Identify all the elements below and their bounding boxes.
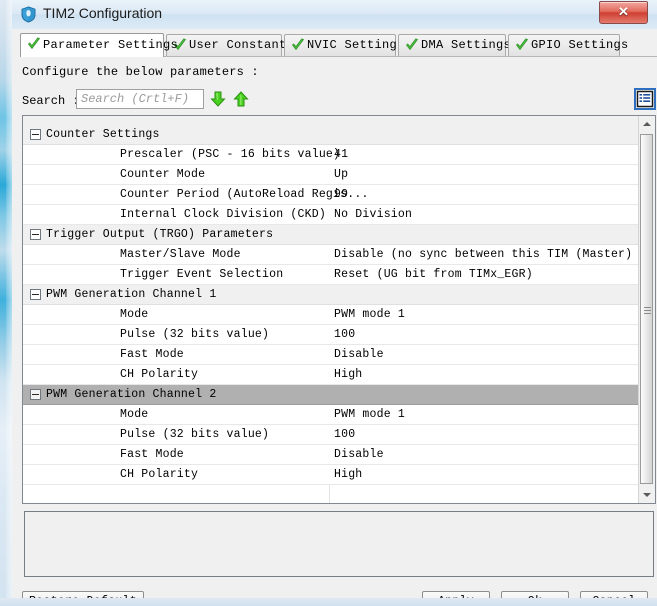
parameter-value[interactable]: Disable	[334, 348, 634, 361]
window-title: TIM2 Configuration	[43, 5, 163, 21]
parameter-value[interactable]: 41	[334, 148, 634, 161]
parameter-name: Mode	[120, 308, 149, 321]
parameter-name: Counter Period (AutoReload Regis...	[120, 188, 369, 201]
green-check-icon	[27, 37, 41, 51]
green-up-arrow-icon[interactable]	[233, 91, 249, 107]
tree-parameter-row[interactable]: Counter Mode Up	[23, 165, 641, 185]
parameter-value[interactable]: 100	[334, 428, 634, 441]
parameter-value[interactable]: No Division	[334, 208, 634, 221]
close-button[interactable]: ✕	[599, 1, 648, 24]
tab-strip: Parameter Settings User Constants NVIC S…	[20, 33, 657, 57]
parameter-name: Trigger Event Selection	[120, 268, 284, 281]
parameter-name: Mode	[120, 408, 149, 421]
parameter-name: Pulse (32 bits value)	[120, 428, 270, 441]
parameter-name: Fast Mode	[120, 448, 184, 461]
collapse-expander-icon[interactable]	[30, 389, 41, 400]
tab-user-constants[interactable]: User Constants	[166, 34, 294, 56]
tab-label: User Constants	[189, 38, 295, 52]
chevron-down-icon	[643, 493, 651, 497]
close-icon: ✕	[618, 4, 629, 19]
tree-group-row[interactable]: Trigger Output (TRGO) Parameters	[23, 225, 641, 245]
tree-group-row[interactable]: PWM Generation Channel 1	[23, 285, 641, 305]
window-bottom-frame	[0, 598, 657, 606]
parameter-value[interactable]: Disable	[334, 448, 634, 461]
parameter-name: Counter Settings	[46, 128, 160, 141]
green-down-arrow-icon[interactable]	[210, 91, 226, 107]
parameter-value[interactable]: PWM mode 1	[334, 308, 634, 321]
parameter-value[interactable]: 100	[334, 328, 634, 341]
parameter-name: Fast Mode	[120, 348, 184, 361]
parameter-value[interactable]: High	[334, 468, 634, 481]
scrollbar-grip-icon	[644, 307, 651, 314]
search-label: Search :	[22, 94, 80, 108]
tree-parameter-row[interactable]: Fast Mode Disable	[23, 445, 641, 465]
parameter-name: Master/Slave Mode	[120, 248, 241, 261]
dialog-client-area: Parameter Settings User Constants NVIC S…	[12, 29, 657, 606]
list-view-icon	[636, 90, 654, 112]
green-check-icon	[405, 38, 419, 52]
tree-parameter-row[interactable]: CH Polarity High	[23, 365, 641, 385]
tab-label: GPIO Settings	[531, 38, 629, 52]
parameter-name: CH Polarity	[120, 368, 199, 381]
parameter-value[interactable]: High	[334, 368, 634, 381]
parameter-name: Counter Mode	[120, 168, 206, 181]
tab-parameter-settings[interactable]: Parameter Settings	[20, 33, 178, 57]
tab-label: DMA Settings	[421, 38, 512, 52]
parameter-value[interactable]: Up	[334, 168, 634, 181]
collapse-expander-icon[interactable]	[30, 129, 41, 140]
title-bar[interactable]: TIM2 Configuration ✕	[12, 0, 657, 30]
scroll-up-button[interactable]	[639, 116, 654, 132]
parameter-name: Pulse (32 bits value)	[120, 328, 270, 341]
parameter-value[interactable]: 99	[334, 188, 634, 201]
tab-label: Parameter Settings	[43, 38, 179, 52]
scrollbar-thumb[interactable]	[640, 134, 653, 484]
description-panel	[24, 511, 654, 577]
tree-parameter-row[interactable]: Prescaler (PSC - 16 bits value) 41	[23, 145, 641, 165]
green-check-icon	[291, 38, 305, 52]
instruction-text: Configure the below parameters :	[22, 65, 259, 79]
window-left-edge	[0, 0, 12, 606]
parameter-value[interactable]: Reset (UG bit from TIMx_EGR)	[334, 268, 634, 281]
parameter-name: CH Polarity	[120, 468, 199, 481]
list-view-toggle-button[interactable]	[634, 88, 656, 110]
tim2-configuration-window: TIM2 Configuration ✕ Parameter Settings	[0, 0, 657, 606]
scroll-down-button[interactable]	[639, 487, 654, 503]
parameter-value[interactable]: Disable (no sync between this TIM (Maste…	[334, 248, 634, 261]
chevron-up-icon	[643, 122, 651, 126]
tree-parameter-row[interactable]: CH Polarity High	[23, 465, 641, 485]
parameter-tree[interactable]: Counter Settings Prescaler (PSC - 16 bits…	[22, 115, 656, 504]
green-check-icon	[515, 38, 529, 52]
parameter-value[interactable]: PWM mode 1	[334, 408, 634, 421]
tree-group-row[interactable]: Counter Settings	[23, 125, 641, 145]
collapse-expander-icon[interactable]	[30, 229, 41, 240]
parameter-name: Trigger Output (TRGO) Parameters	[46, 228, 274, 241]
tab-label: NVIC Settings	[307, 38, 405, 52]
tree-group-row[interactable]: PWM Generation Channel 2	[23, 385, 641, 405]
tree-parameter-row[interactable]: Mode PWM mode 1	[23, 305, 641, 325]
parameter-name: PWM Generation Channel 1	[46, 288, 217, 301]
tree-parameter-row[interactable]: Mode PWM mode 1	[23, 405, 641, 425]
tree-rows-container: Counter Settings Prescaler (PSC - 16 bits…	[23, 125, 641, 503]
parameter-name: PWM Generation Channel 2	[46, 388, 217, 401]
tab-dma-settings[interactable]: DMA Settings	[398, 34, 511, 56]
parameter-name: Prescaler (PSC - 16 bits value)	[120, 148, 341, 161]
collapse-expander-icon[interactable]	[30, 289, 41, 300]
tree-parameter-row[interactable]: Master/Slave Mode Disable (no sync betwee…	[23, 245, 641, 265]
tree-parameter-row[interactable]: Trigger Event Selection Reset (UG bit fro…	[23, 265, 641, 285]
tree-parameter-row[interactable]: Pulse (32 bits value) 100	[23, 425, 641, 445]
tree-parameter-row[interactable]: Fast Mode Disable	[23, 345, 641, 365]
tab-nvic-settings[interactable]: NVIC Settings	[284, 34, 404, 56]
search-input[interactable]	[76, 89, 204, 109]
tree-parameter-row[interactable]: Pulse (32 bits value) 100	[23, 325, 641, 345]
tree-vertical-scrollbar[interactable]	[638, 116, 655, 503]
tree-parameter-row[interactable]: Internal Clock Division (CKD) No Division	[23, 205, 641, 225]
tree-parameter-row[interactable]: Counter Period (AutoReload Regis... 99	[23, 185, 641, 205]
parameter-name: Internal Clock Division (CKD)	[120, 208, 326, 221]
shield-icon	[20, 6, 37, 23]
tab-gpio-settings[interactable]: GPIO Settings	[508, 34, 628, 56]
